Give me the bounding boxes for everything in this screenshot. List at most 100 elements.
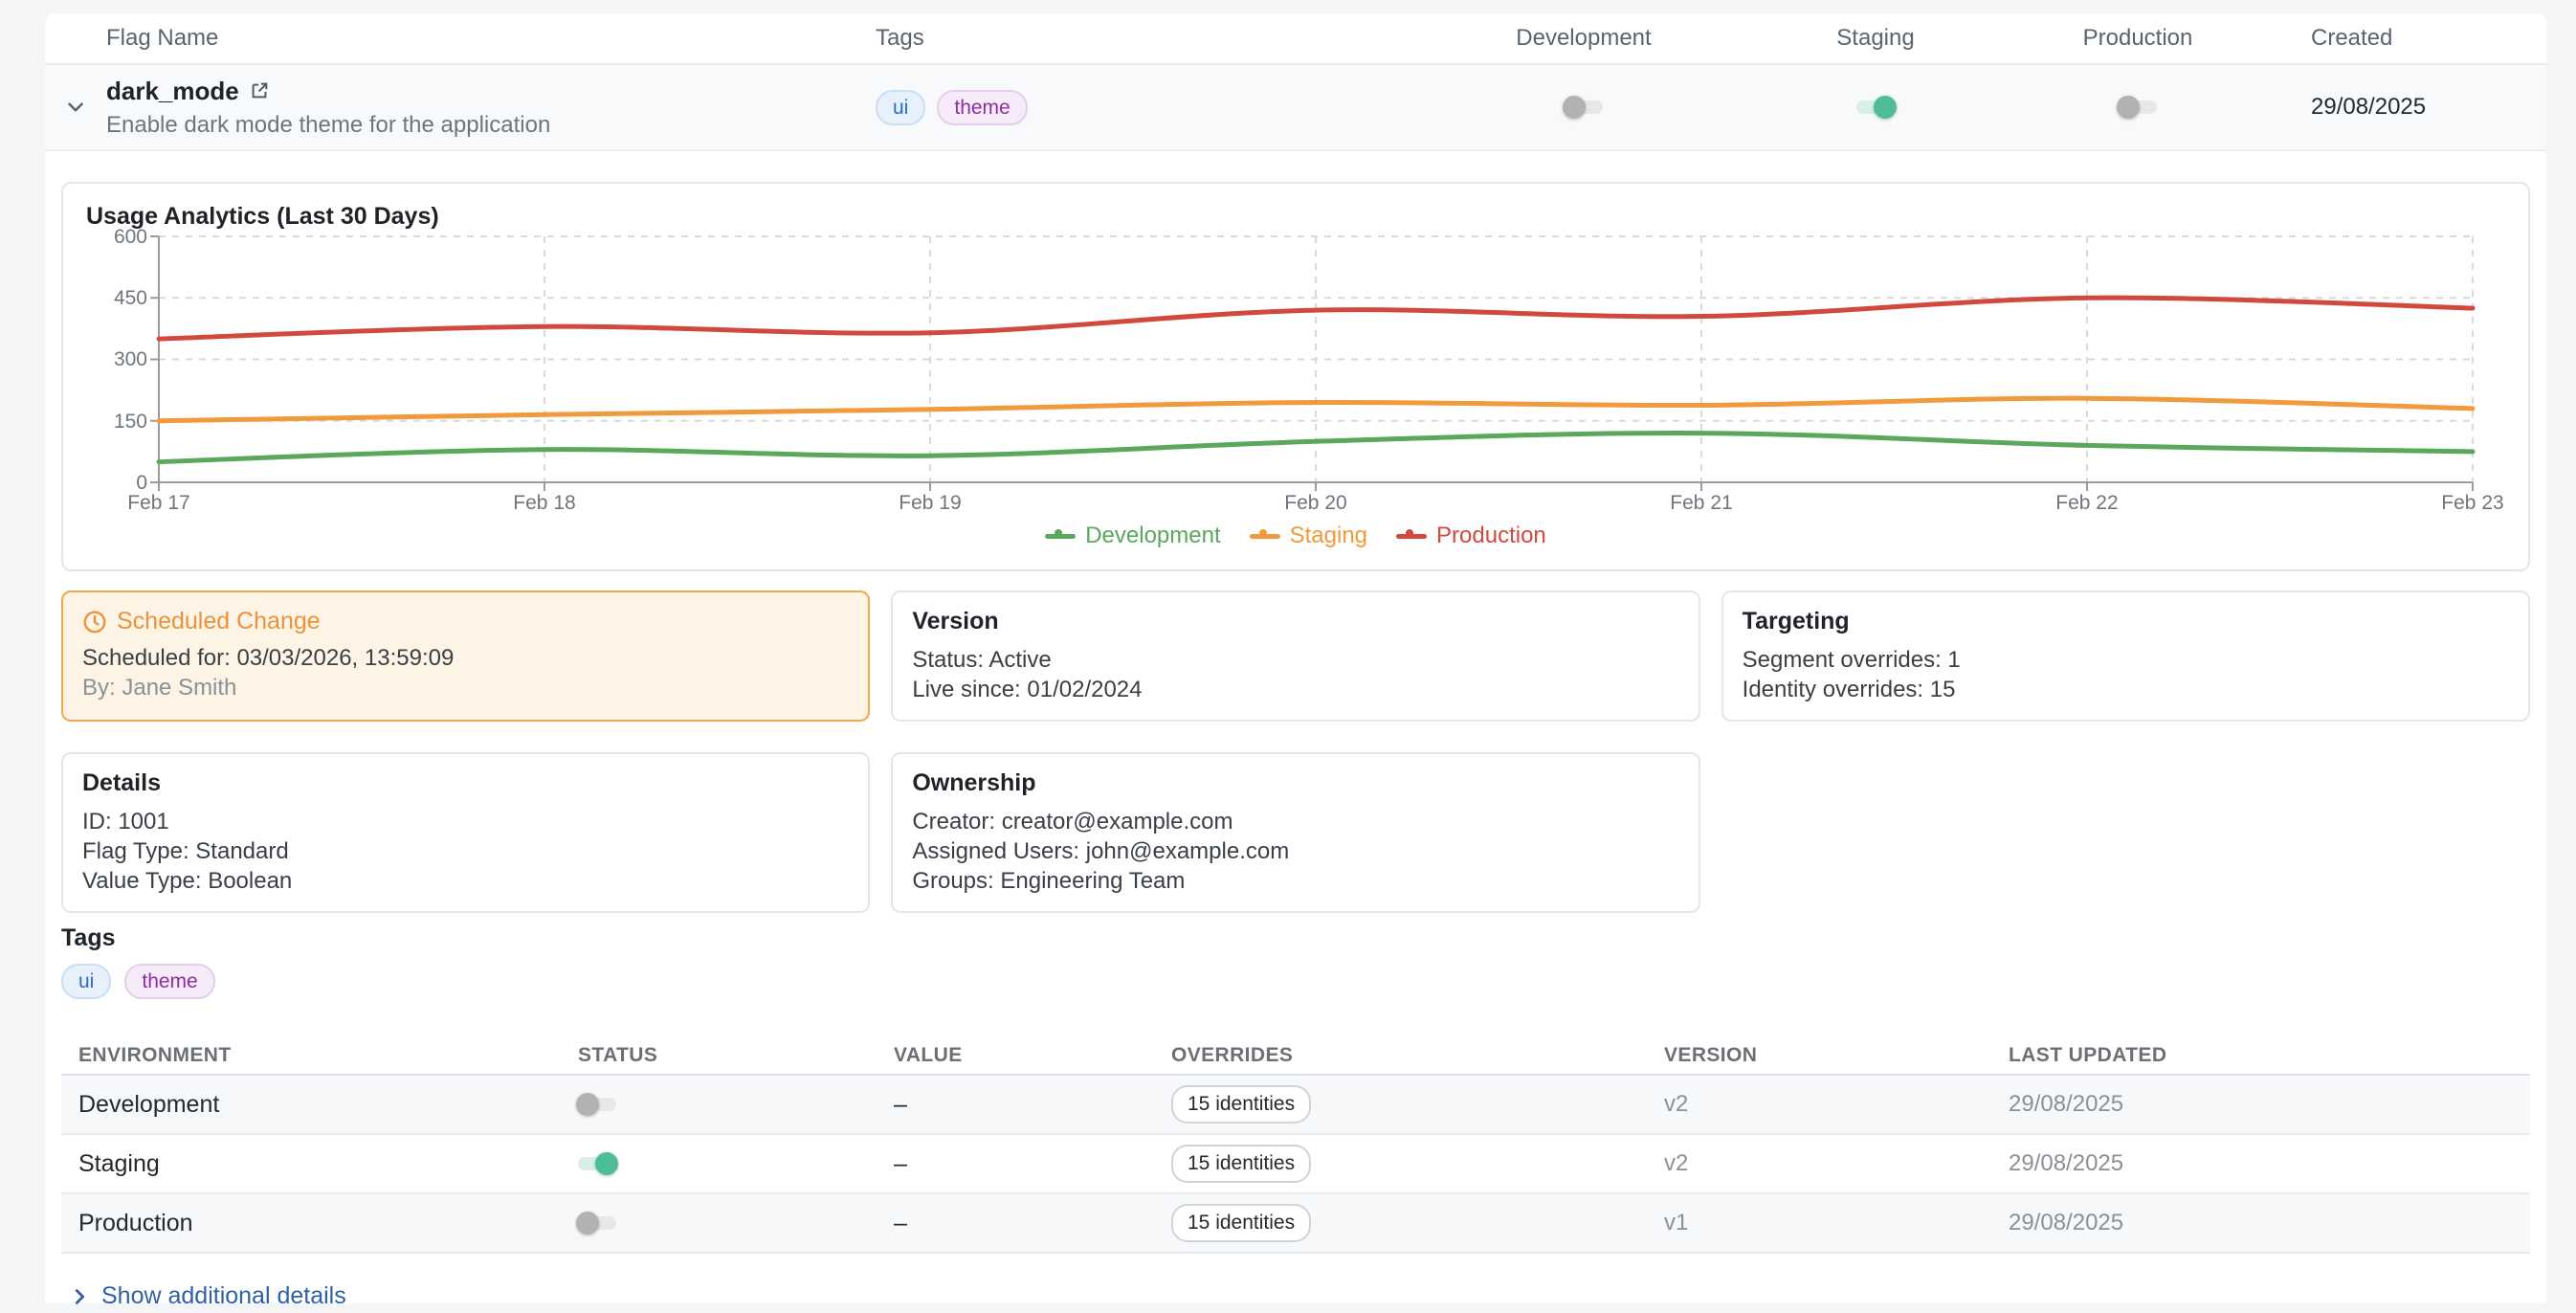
last-updated-cell: 29/08/2025 [1991,1150,2530,1177]
toggle-knob [1563,96,1586,119]
col-environment: ENVIRONMENT [61,1044,561,1067]
legend-label: Development [1085,523,1220,549]
legend-marker [1045,534,1076,539]
environment-name: Staging [61,1150,561,1178]
overrides-cell: 15 identities [1154,1145,1647,1183]
environment-table: ENVIRONMENT STATUS VALUE OVERRIDES VERSI… [61,1037,2530,1254]
legend-dot-icon [1259,529,1267,537]
y-tick: 150 [114,411,147,434]
staging-status-toggle[interactable] [578,1157,616,1170]
toggle-knob [2117,96,2140,119]
chart-plot-area [159,236,2473,482]
tag-badge-ui: ui [61,964,111,999]
column-production: Production [2014,25,2261,52]
toggle-knob [576,1093,599,1116]
chevron-down-icon [63,95,88,120]
status-cell [561,1216,877,1230]
line-chart [159,236,2473,482]
table-row-staging: Staging – 15 identities v2 29/08/2025 [61,1135,2530,1194]
legend-dot-icon [1406,529,1413,537]
col-overrides: OVERRIDES [1154,1044,1647,1067]
x-tick: Feb 18 [513,492,575,515]
clock-icon [82,610,107,634]
table-row-production: Production – 15 identities v1 29/08/2025 [61,1194,2530,1254]
tag-badge-ui: ui [876,90,925,125]
show-additional-details-label: Show additional details [101,1282,346,1310]
value-cell: – [877,1091,1154,1119]
col-version: VERSION [1647,1044,1991,1067]
overrides-cell: 15 identities [1154,1085,1647,1124]
development-toggle[interactable] [1565,100,1603,114]
legend-item-staging[interactable]: Staging [1250,523,1367,549]
collapse-row-button[interactable] [45,95,106,120]
assigned-users: Assigned Users: john@example.com [912,836,1678,866]
overrides-cell: 15 identities [1154,1204,1647,1242]
environment-name: Development [61,1091,561,1119]
version-title: Version [912,608,1678,635]
column-development: Development [1431,25,1737,52]
col-last-updated: LAST UPDATED [1991,1044,2530,1067]
value-cell: – [877,1210,1154,1237]
flag-table-header: Flag Name Tags Development Staging Produ… [45,13,2546,65]
y-tick: 300 [114,348,147,371]
x-axis-labels: Feb 17 Feb 18 Feb 19 Feb 20 Feb 21 Feb 2… [159,492,2473,517]
version-cell: v2 [1647,1150,1991,1177]
y-tick: 600 [114,226,147,249]
ownership-card: Ownership Creator: creator@example.com A… [891,752,1699,913]
version-card: Version Status: Active Live since: 01/02… [891,590,1699,722]
value-cell: – [877,1150,1154,1178]
table-row-development: Development – 15 identities v2 29/08/202… [61,1076,2530,1135]
legend-item-development[interactable]: Development [1045,523,1220,549]
identities-overrides-badge[interactable]: 15 identities [1171,1204,1311,1242]
flag-detail-panel: Flag Name Tags Development Staging Produ… [45,13,2546,1303]
version-cell: v2 [1647,1091,1991,1118]
last-updated-cell: 29/08/2025 [1991,1210,2530,1236]
toggle-knob [1874,96,1897,119]
environment-name: Production [61,1210,561,1237]
col-status: STATUS [561,1044,877,1067]
column-tags: Tags [876,25,1431,52]
scheduled-for-text: Scheduled for: 03/03/2026, 13:59:09 [82,643,849,673]
flag-description: Enable dark mode theme for the applicati… [106,112,876,139]
development-status-toggle[interactable] [578,1098,616,1111]
creator: Creator: creator@example.com [912,807,1678,836]
identity-overrides: Identity overrides: 15 [1743,675,2509,704]
staging-toggle[interactable] [1856,100,1895,114]
targeting-card: Targeting Segment overrides: 1 Identity … [1721,590,2530,722]
production-status-toggle[interactable] [578,1216,616,1230]
version-live-since: Live since: 01/02/2024 [912,675,1678,704]
tag-badge-theme: theme [937,90,1027,125]
scheduled-change-title: Scheduled Change [117,608,321,635]
column-staging: Staging [1737,25,2014,52]
flag-detail-content: Usage Analytics (Last 30 Days) 600 450 3… [45,182,2546,1310]
production-toggle[interactable] [2119,100,2157,114]
scheduled-by-text: By: Jane Smith [82,673,849,702]
version-cell: v1 [1647,1210,1991,1236]
version-status: Status: Active [912,645,1678,675]
column-created: Created [2261,25,2546,52]
chevron-right-icon [69,1286,90,1307]
legend-dot-icon [1055,529,1062,537]
tag-badge-theme: theme [124,964,214,999]
last-updated-cell: 29/08/2025 [1991,1091,2530,1118]
show-additional-details-link[interactable]: Show additional details [61,1282,2530,1310]
flag-id: ID: 1001 [82,807,849,836]
info-cards-row-1: Scheduled Change Scheduled for: 03/03/20… [61,590,2530,722]
tags-section: Tags ui theme [61,924,2530,999]
legend-item-production[interactable]: Production [1396,523,1546,549]
identities-overrides-badge[interactable]: 15 identities [1171,1085,1311,1124]
y-tick: 450 [114,287,147,310]
legend-marker [1396,534,1427,539]
ownership-title: Ownership [912,769,1678,797]
created-date: 29/08/2025 [2261,94,2546,121]
x-tick: Feb 23 [2441,492,2503,515]
external-link-icon[interactable] [249,80,270,101]
column-flag-name: Flag Name [106,25,876,52]
targeting-title: Targeting [1743,608,2509,635]
flag-name: dark_mode [106,77,239,106]
flag-tags-cell: ui theme [876,90,1431,125]
value-type: Value Type: Boolean [82,866,849,896]
x-tick: Feb 21 [1670,492,1732,515]
identities-overrides-badge[interactable]: 15 identities [1171,1145,1311,1183]
details-title: Details [82,769,849,797]
